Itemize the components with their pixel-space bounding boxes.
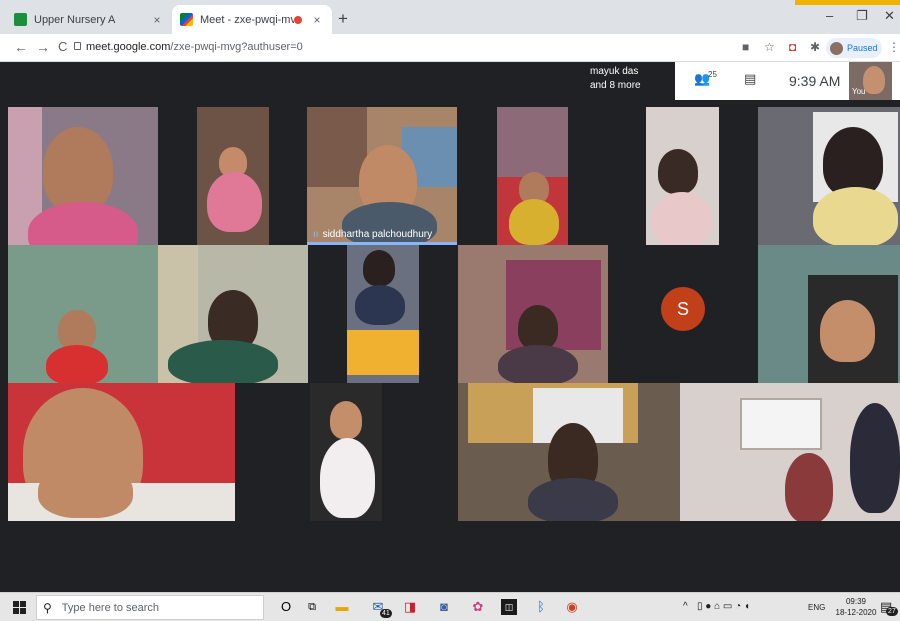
minimize-button[interactable]: – [826, 8, 833, 23]
participant-tile[interactable] [680, 383, 900, 521]
lock-icon[interactable] [74, 42, 81, 50]
participant-name: ıı siddhartha palchoudhury [313, 229, 433, 240]
participant-tile[interactable] [758, 107, 900, 245]
mcafee-icon[interactable]: ◨ [402, 599, 418, 615]
task-view-icon[interactable]: ⧉ [304, 599, 320, 615]
star-icon[interactable]: ☆ [764, 40, 775, 54]
presenter-info: mayuk das and 8 more [590, 65, 670, 93]
close-icon[interactable]: × [150, 13, 164, 27]
tray-icons[interactable]: ▯ ● ⌂ ▭ ◔ ◖ [697, 601, 750, 612]
close-icon[interactable]: × [310, 13, 324, 27]
tab-title: Meet - zxe-pwqi-mvg [200, 13, 294, 26]
camera-app-icon[interactable]: ◙ [436, 599, 452, 615]
recording-icon [294, 15, 302, 24]
cortana-icon[interactable]: O [278, 599, 294, 615]
app-icon[interactable]: ◫ [501, 599, 517, 615]
reload-button[interactable]: C [58, 39, 67, 54]
address-bar[interactable]: meet.google.com/zxe-pwqi-mvg?authuser=0 [86, 41, 303, 53]
participant-tile[interactable] [8, 245, 158, 383]
presenter-name: mayuk das [590, 66, 639, 77]
participant-tile[interactable] [8, 107, 158, 245]
participant-count: 25 [708, 70, 717, 79]
participant-tile[interactable] [310, 383, 382, 521]
profile-button[interactable]: Paused [826, 38, 882, 58]
maximize-button[interactable]: ❐ [856, 8, 868, 24]
tray-chevron-icon[interactable]: ^ [683, 601, 688, 612]
tab-meet[interactable]: Meet - zxe-pwqi-mvg × [172, 5, 332, 34]
self-label: You [852, 87, 866, 96]
taskbar-search[interactable]: ⚲ Type here to search [36, 595, 264, 620]
extensions-puzzle-icon[interactable]: ✱ [810, 40, 820, 54]
url-path: /zxe-pwqi-mvg?authuser=0 [170, 41, 303, 53]
menu-icon[interactable]: ⋮ [888, 40, 900, 54]
browser-tab-strip: Upper Nursery A × Meet - zxe-pwqi-mvg × … [0, 0, 900, 34]
participant-tile[interactable] [347, 245, 419, 383]
close-window-button[interactable]: ✕ [884, 8, 895, 24]
tab-title: Upper Nursery A [34, 13, 116, 26]
participant-tile-active[interactable]: ıı siddhartha palchoudhury [307, 107, 457, 245]
chat-icon[interactable]: ▤ [744, 71, 756, 87]
notification-badge: 27 [886, 607, 898, 616]
profile-status: Paused [847, 43, 878, 53]
new-tab-button[interactable]: + [338, 9, 348, 29]
mail-badge: 41 [380, 609, 392, 618]
speaking-icon: ıı [313, 229, 319, 240]
participant-tile[interactable] [646, 107, 719, 245]
url-host: meet.google.com [86, 41, 171, 53]
bluetooth-icon[interactable]: ᛒ [533, 599, 549, 615]
window-accent [795, 0, 900, 5]
browser-toolbar: ← → C meet.google.com/zxe-pwqi-mvg?authu… [0, 34, 900, 62]
participant-tile[interactable] [458, 383, 680, 521]
windows-taskbar: ⚲ Type here to search O ⧉ ▬ ✉ 41 ◨ ◙ ✿ ◫… [0, 592, 900, 621]
language-indicator[interactable]: ENG [808, 603, 825, 612]
participant-tile[interactable] [197, 107, 269, 245]
back-button[interactable]: ← [14, 39, 28, 55]
participant-tile[interactable] [758, 245, 900, 383]
forward-button[interactable]: → [36, 39, 50, 55]
search-placeholder: Type here to search [61, 601, 160, 614]
meet-clock: 9:39 AM [789, 73, 841, 89]
tab-upper-nursery[interactable]: Upper Nursery A × [6, 5, 172, 34]
camera-icon[interactable]: ■ [742, 40, 749, 54]
others-count: and 8 more [590, 80, 641, 91]
meet-icon [180, 13, 193, 26]
avatar [830, 41, 843, 55]
participant-tile[interactable] [8, 383, 235, 521]
participant-tile[interactable] [458, 245, 608, 383]
screen: Upper Nursery A × Meet - zxe-pwqi-mvg × … [0, 0, 900, 621]
participant-tile[interactable] [158, 245, 308, 383]
chrome-icon[interactable]: ◉ [564, 599, 580, 615]
file-explorer-icon[interactable]: ▬ [334, 599, 350, 615]
search-icon: ⚲ [43, 600, 52, 615]
classroom-icon [14, 13, 27, 26]
taskbar-clock[interactable]: 09:39 18-12-2020 [834, 596, 878, 618]
clock-date: 18-12-2020 [835, 608, 877, 617]
clock-time: 09:39 [845, 597, 867, 606]
participant-avatar[interactable]: S [661, 287, 705, 331]
paint-icon[interactable]: ✿ [470, 599, 486, 615]
extension-icon[interactable]: ◘ [789, 40, 796, 54]
windows-start-icon[interactable] [13, 601, 26, 614]
participant-tile[interactable] [497, 107, 568, 245]
